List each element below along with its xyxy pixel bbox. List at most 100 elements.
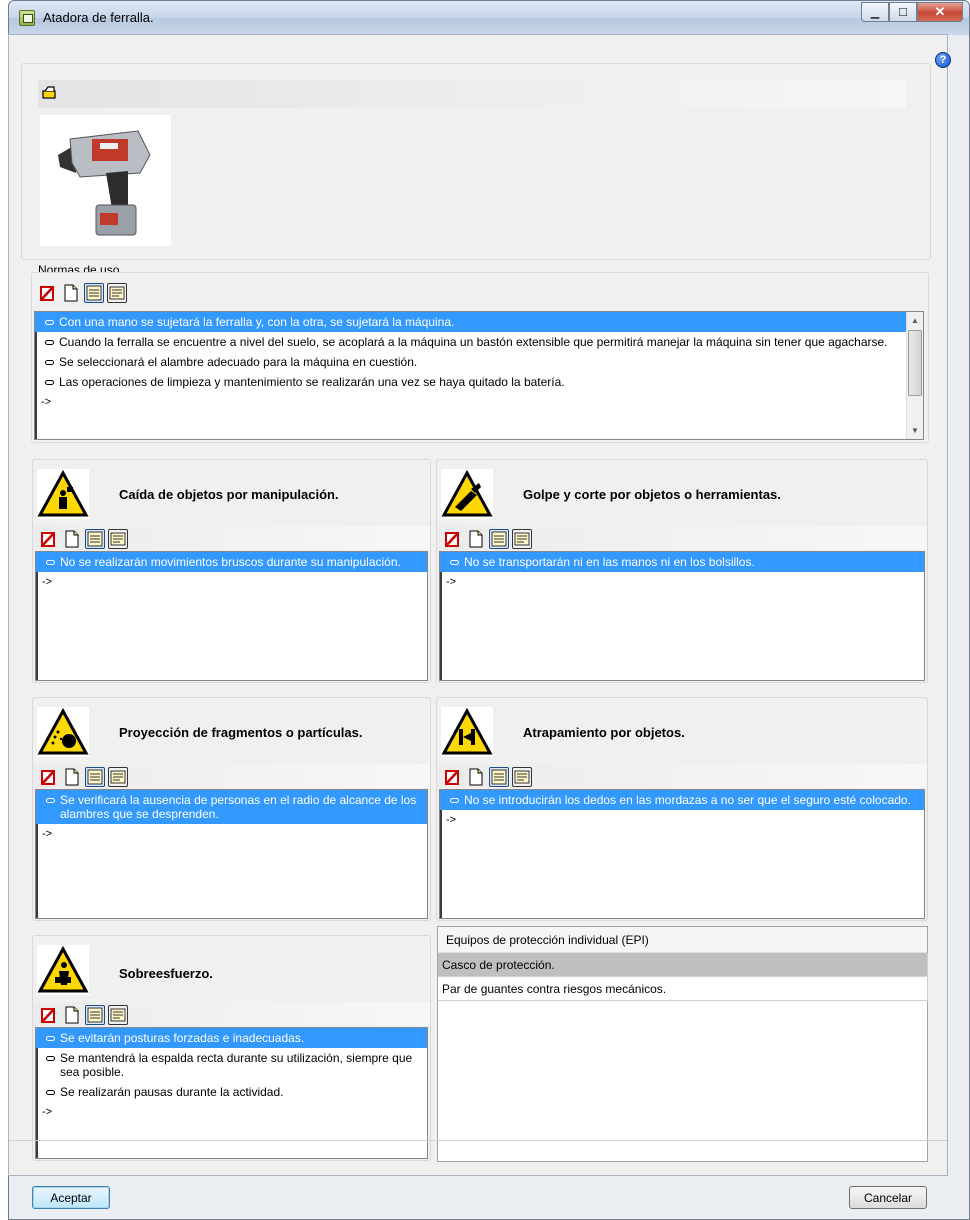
help-icon[interactable]: ? (935, 52, 951, 68)
risk-title: Sobreesfuerzo. (119, 966, 213, 981)
risk-panel: Atrapamiento por objetos. No se introduc… (436, 697, 928, 921)
footer-divider (9, 1140, 947, 1141)
text-view-button[interactable] (107, 283, 127, 303)
add-row[interactable]: -> (36, 572, 427, 592)
list-item[interactable]: Cuando la ferralla se encuentre a nivel … (35, 332, 923, 352)
scroll-thumb[interactable] (908, 330, 922, 396)
list-item[interactable]: Se verificará la ausencia de personas en… (36, 790, 427, 824)
text-view-button[interactable] (108, 767, 128, 787)
bullet-icon (46, 1090, 55, 1095)
machine-photo[interactable] (40, 115, 171, 246)
normas-group: Con una mano se sujetará la ferralla y, … (31, 272, 929, 443)
list-view-button[interactable] (85, 529, 105, 549)
risk-title: Atrapamiento por objetos. (523, 725, 685, 740)
text-view-button[interactable] (512, 767, 532, 787)
bullet-icon (450, 798, 459, 803)
new-button[interactable] (466, 529, 486, 549)
list-item[interactable]: No se realizarán movimientos bruscos dur… (36, 552, 427, 572)
minimize-icon: ▁ (870, 6, 880, 19)
rebar-tier-image (58, 130, 151, 236)
delete-button[interactable] (39, 1005, 59, 1025)
list-view-icon (87, 769, 103, 785)
add-row[interactable]: -> (36, 824, 427, 844)
add-row[interactable]: -> (440, 810, 924, 830)
list-view-icon (86, 285, 102, 301)
epi-header: Equipos de protección individual (EPI) (438, 927, 927, 953)
list-item[interactable]: No se transportarán ni en las manos ni e… (440, 552, 924, 572)
risk-measures-list[interactable]: No se realizarán movimientos bruscos dur… (35, 551, 428, 681)
close-button[interactable]: ✕ (917, 2, 963, 22)
risk-panel: Golpe y corte por objetos o herramientas… (436, 459, 928, 683)
new-button[interactable] (62, 529, 82, 549)
app-icon (19, 10, 35, 26)
add-row[interactable]: -> (35, 392, 923, 412)
particles-warning-icon (37, 707, 89, 757)
list-item[interactable]: Las operaciones de limpieza y mantenimie… (35, 372, 923, 392)
risk-measures-list[interactable]: No se transportarán ni en las manos ni e… (439, 551, 925, 681)
list-view-button[interactable] (489, 529, 509, 549)
cancel-button[interactable]: Cancelar (849, 1186, 927, 1209)
list-view-button[interactable] (85, 767, 105, 787)
vertical-scrollbar[interactable]: ▲ ▼ (906, 312, 923, 439)
bullet-icon (450, 560, 459, 565)
list-view-button[interactable] (85, 1005, 105, 1025)
list-item[interactable]: Se realizarán pausas durante la activida… (36, 1082, 427, 1102)
delete-button[interactable] (443, 767, 463, 787)
list-item[interactable]: Con una mano se sujetará la ferralla y, … (35, 312, 923, 332)
text-view-button[interactable] (108, 1005, 128, 1025)
scroll-up-icon[interactable]: ▲ (907, 312, 923, 329)
delete-icon (445, 770, 459, 785)
scroll-down-icon[interactable]: ▼ (907, 422, 923, 439)
image-toolbar (38, 80, 906, 108)
text-view-button[interactable] (108, 529, 128, 549)
list-view-button[interactable] (489, 767, 509, 787)
delete-button[interactable] (39, 529, 59, 549)
normas-toolbar (38, 283, 127, 303)
new-document-icon (469, 530, 483, 548)
add-row[interactable]: -> (440, 572, 924, 592)
epi-list[interactable]: Equipos de protección individual (EPI) C… (437, 926, 928, 1162)
list-item[interactable]: Se seleccionará el alambre adecuado para… (35, 352, 923, 372)
edit-image-icon[interactable] (42, 86, 56, 100)
new-button[interactable] (62, 767, 82, 787)
delete-icon (40, 286, 54, 301)
minimize-button[interactable]: ▁ (861, 2, 889, 22)
new-document-icon (65, 530, 79, 548)
new-document-icon (64, 284, 78, 302)
close-icon: ✕ (934, 4, 946, 19)
list-item[interactable]: No se introducirán los dedos en las mord… (440, 790, 924, 810)
bullet-icon (45, 320, 54, 325)
bullet-icon (46, 1036, 55, 1041)
new-button[interactable] (466, 767, 486, 787)
list-view-button[interactable] (84, 283, 104, 303)
delete-button[interactable] (39, 767, 59, 787)
delete-icon (41, 1008, 55, 1023)
delete-icon (41, 532, 55, 547)
delete-button[interactable] (443, 529, 463, 549)
add-row[interactable]: -> (36, 1102, 427, 1122)
list-item[interactable]: Se mantendrá la espalda recta durante su… (36, 1048, 427, 1082)
bullet-icon (45, 340, 54, 345)
maximize-button[interactable]: ☐ (889, 2, 917, 22)
normas-list[interactable]: Con una mano se sujetará la ferralla y, … (34, 311, 924, 440)
bullet-icon (46, 1056, 55, 1061)
epi-item[interactable]: Par de guantes contra riesgos mecánicos. (438, 977, 928, 1001)
maximize-icon: ☐ (898, 6, 908, 19)
new-button[interactable] (62, 1005, 82, 1025)
list-item[interactable]: Se evitarán posturas forzadas e inadecua… (36, 1028, 427, 1048)
delete-button[interactable] (38, 283, 58, 303)
risk-measures-list[interactable]: Se verificará la ausencia de personas en… (35, 789, 428, 919)
title-bar[interactable]: Atadora de ferralla. ▁ ☐ ✕ (9, 1, 969, 35)
overexertion-warning-icon (37, 945, 89, 995)
text-view-button[interactable] (512, 529, 532, 549)
delete-icon (41, 770, 55, 785)
epi-item[interactable]: Casco de protección. (438, 953, 928, 977)
text-view-icon (110, 532, 126, 546)
new-button[interactable] (61, 283, 81, 303)
risk-measures-list[interactable]: No se introducirán los dedos en las mord… (439, 789, 925, 919)
window-title: Atadora de ferralla. (43, 10, 154, 25)
risk-toolbar (39, 1005, 128, 1025)
list-view-icon (491, 531, 507, 547)
text-view-icon (110, 770, 126, 784)
accept-button[interactable]: Aceptar (32, 1186, 110, 1209)
